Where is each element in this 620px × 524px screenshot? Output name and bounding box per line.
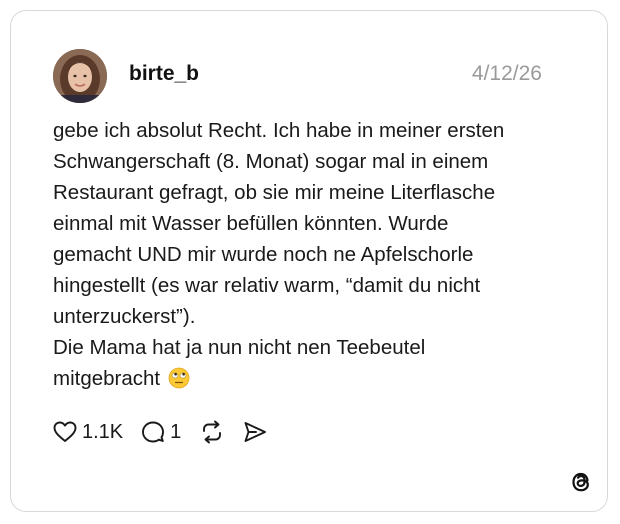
post-text-line: Restaurant gefragt, ob sie mir meine Lit… bbox=[53, 181, 496, 204]
post-text-line: Die Mama hat ja nun nicht nen Teebeutel bbox=[53, 336, 426, 359]
reply-count: 1 bbox=[170, 421, 182, 443]
heart-icon bbox=[53, 421, 77, 442]
send-icon bbox=[244, 422, 267, 442]
post-text-line: mitgebracht bbox=[53, 367, 161, 390]
post-text-line-last: mitgebracht bbox=[53, 363, 573, 394]
post-text-line: einmal mit Wasser befüllen könnten. Wurd… bbox=[53, 212, 449, 235]
speech-bubble-icon bbox=[142, 421, 165, 443]
share-button[interactable] bbox=[243, 421, 267, 443]
repost-icon bbox=[203, 420, 222, 444]
post-text: gebe ich absolut Recht. Ich habe in mein… bbox=[53, 115, 573, 394]
post-date: 4/12/26 bbox=[471, 62, 542, 85]
action-bar: 1.1K 1 bbox=[53, 417, 285, 447]
reply-button[interactable]: 1 bbox=[141, 419, 181, 445]
like-count: 1.1K bbox=[82, 421, 124, 443]
repost-button[interactable] bbox=[199, 420, 225, 444]
post-card: birte_b 4/12/26 gebe ich absolut Recht. … bbox=[10, 10, 608, 512]
avatar[interactable] bbox=[53, 49, 107, 103]
post-text-line: Schwangerschaft (8. Monat) sogar mal in … bbox=[53, 150, 489, 173]
eye-roll-emoji-icon bbox=[168, 367, 190, 389]
post-text-line: hingestellt (es war relativ warm, “damit… bbox=[53, 274, 481, 297]
username[interactable]: birte_b bbox=[129, 61, 199, 87]
post-text-line: unterzuckerst”). bbox=[53, 305, 196, 328]
post-text-line: gemacht UND mir wurde noch ne Apfelschor… bbox=[53, 243, 474, 266]
threads-logo-icon bbox=[572, 472, 589, 492]
post-text-line: gebe ich absolut Recht. Ich habe in mein… bbox=[53, 119, 505, 142]
like-button[interactable]: 1.1K bbox=[53, 419, 123, 445]
